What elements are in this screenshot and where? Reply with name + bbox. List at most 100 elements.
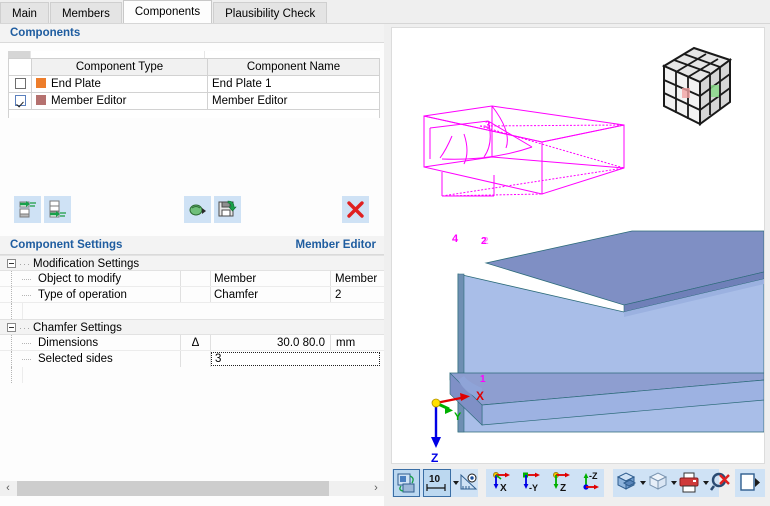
view-in-x-icon[interactable]: X <box>488 469 516 497</box>
member-editor-color-swatch <box>36 95 46 105</box>
view-toolbar-group-display: 10 <box>392 469 478 497</box>
cad-component-dialog: Main Members Components Plausibility Che… <box>0 0 770 506</box>
settings-spacer-row <box>0 303 384 319</box>
setting-row-selected-sides[interactable]: Selected sides 3 <box>0 351 384 367</box>
scroll-right-arrow-icon[interactable]: › <box>368 481 384 496</box>
tree-indent <box>0 271 22 286</box>
setting-row-type-of-operation[interactable]: Type of operation Chamfer <box>0 287 384 303</box>
setting-value[interactable]: 30.0 80.0 <box>211 335 331 350</box>
group-row-modification-settings[interactable]: ··· Modification Settings <box>0 255 384 271</box>
tab-strip: Main Members Components Plausibility Che… <box>0 0 328 24</box>
setting-row-dimensions[interactable]: Dimensions Δ 30.0 80.0 mm <box>0 335 384 351</box>
wireframe-inner-curve-c <box>439 135 453 159</box>
setting-extra[interactable]: Member 2 <box>331 271 384 301</box>
row-name-cell[interactable]: Member Editor <box>207 92 380 110</box>
component-settings-header: Component Settings Member Editor <box>0 236 384 255</box>
view-angle-icon[interactable] <box>458 469 480 497</box>
group-row-chamfer-settings[interactable]: ··· Chamfer Settings <box>0 319 384 335</box>
topstrip-check-col <box>8 51 30 58</box>
scroll-left-arrow-icon[interactable]: ‹ <box>0 481 16 496</box>
component-settings: Component Settings Member Editor ··· Mod… <box>0 236 384 383</box>
node-label-2-text: 2 <box>481 236 487 247</box>
view-in-minus-z-icon[interactable]: -Z <box>578 469 604 497</box>
zoom-reset-icon[interactable] <box>709 469 733 497</box>
tab-components[interactable]: Components <box>122 0 213 24</box>
expand-panel-icon[interactable] <box>737 469 763 497</box>
table-row[interactable]: End Plate End Plate 1 <box>8 75 380 93</box>
row-type-cell: End Plate <box>31 75 208 93</box>
setting-row-object-to-modify[interactable]: Object to modify Member Member 2 <box>0 271 384 301</box>
print-icon[interactable] <box>677 469 701 497</box>
beam-web-left-edge <box>457 273 465 433</box>
scale-10-icon[interactable]: 10 <box>423 469 451 497</box>
svg-text:Z: Z <box>560 483 566 494</box>
save-component-icon[interactable] <box>214 196 241 223</box>
collapse-icon[interactable] <box>7 323 16 332</box>
svg-text:X: X <box>500 483 507 494</box>
components-table: Component Type Component Name End Plate … <box>8 51 380 118</box>
component-settings-title: Component Settings <box>10 239 123 251</box>
row-name-cell[interactable]: End Plate 1 <box>207 75 380 93</box>
header-component-type: Component Type <box>31 58 208 76</box>
svg-text:-Z: -Z <box>589 471 598 481</box>
tree-dots: ··· <box>19 323 31 333</box>
table-row[interactable]: Member Editor Member Editor <box>8 92 380 110</box>
wireframe-side-face <box>541 124 625 195</box>
row-checkbox-cell[interactable] <box>8 92 32 110</box>
row-checkbox-cell[interactable] <box>8 75 32 93</box>
axis-y-label: Y <box>454 411 462 423</box>
left-panel: Components Component Type Component Name <box>0 24 384 506</box>
end-plate-checkbox[interactable] <box>14 78 26 89</box>
tab-main[interactable]: Main <box>0 2 49 24</box>
setting-name: Object to modify <box>36 271 181 286</box>
tab-members[interactable]: Members <box>49 2 122 24</box>
axis-x-label: X <box>476 389 484 403</box>
setting-value[interactable]: Chamfer <box>211 287 331 302</box>
wireframe-box-icon[interactable] <box>646 469 670 497</box>
component-toolbar <box>8 196 380 226</box>
row-type-label: End Plate <box>51 78 101 90</box>
view-toolbar-group-render <box>613 469 730 497</box>
import-component-icon[interactable] <box>184 196 211 223</box>
view-in-minus-y-icon[interactable]: -Y <box>518 469 546 497</box>
insert-component-below-icon[interactable] <box>44 196 71 223</box>
wireframe-top-face <box>423 105 625 143</box>
wireframe-inner-arc <box>441 146 533 160</box>
scrollbar-thumb[interactable] <box>17 481 329 496</box>
spacer-cell <box>22 367 384 383</box>
setting-extra[interactable] <box>331 287 384 302</box>
tree-indent <box>0 287 22 302</box>
setting-symbol <box>181 287 211 302</box>
tab-plausibility-check[interactable]: Plausibility Check <box>213 2 328 24</box>
setting-symbol <box>181 271 211 286</box>
view-panel: 3 2 4 1 2 <box>389 25 770 506</box>
tree-indent <box>0 351 22 367</box>
model-3d-viewport[interactable]: 3 2 4 1 2 <box>391 27 765 464</box>
delete-component-icon[interactable] <box>342 196 369 223</box>
axis-y-arrow <box>445 406 453 414</box>
view-in-z-icon[interactable]: Z <box>548 469 576 497</box>
tree-indent <box>0 303 22 319</box>
wireframe-bottom-edges <box>423 156 625 169</box>
setting-symbol <box>181 351 211 367</box>
tree-indent <box>0 335 22 350</box>
tree-indent <box>0 367 22 383</box>
solid-model-icon[interactable] <box>615 469 639 497</box>
member-editor-checkbox[interactable] <box>14 95 26 106</box>
selected-sides-input[interactable]: 3 <box>211 352 380 366</box>
wireframe-inner-curve-d <box>491 105 508 149</box>
components-table-topstrip <box>8 51 380 58</box>
wireframe-inner-top <box>429 120 533 148</box>
node-label-4: 4 <box>452 233 459 245</box>
insert-component-above-icon[interactable] <box>14 196 41 223</box>
tree-branch <box>22 271 36 286</box>
chamfer-wireframe <box>423 105 625 197</box>
collapse-icon[interactable] <box>7 259 16 268</box>
render-mode-icon[interactable] <box>393 469 420 497</box>
setting-value[interactable]: Member <box>211 271 331 286</box>
svg-text:-Y: -Y <box>529 483 538 493</box>
axis-z-label: Z <box>431 451 438 463</box>
horizontal-scrollbar[interactable]: ‹ › <box>0 481 384 496</box>
tree-branch <box>22 335 36 350</box>
header-component-name: Component Name <box>207 58 380 76</box>
